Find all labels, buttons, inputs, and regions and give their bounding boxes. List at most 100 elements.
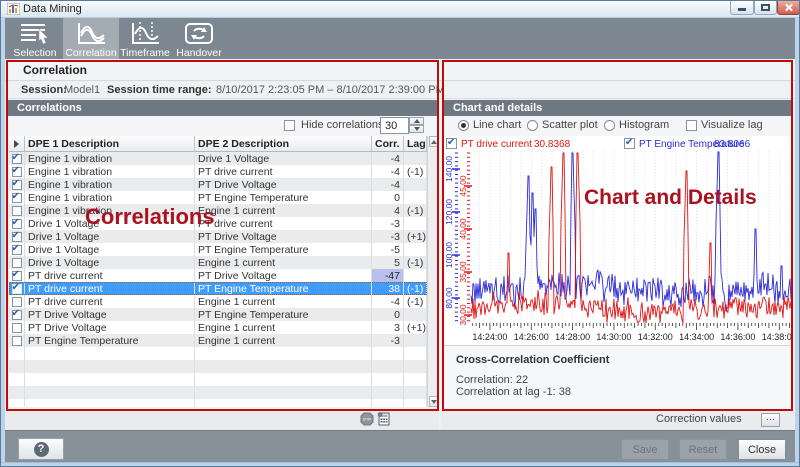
scroll-up-button[interactable] <box>429 136 438 147</box>
row-checkbox[interactable] <box>12 271 22 281</box>
row-marker-column-header[interactable] <box>9 136 25 152</box>
row-checkbox[interactable] <box>12 180 22 190</box>
table-row[interactable]: PT Drive VoltagePT Engine Temperature0 <box>9 308 427 321</box>
corr-cell[interactable]: 5 <box>372 256 404 269</box>
dpe2-column-header[interactable]: DPE 2 Description <box>195 136 372 152</box>
lag-cell[interactable]: (+1) <box>404 230 427 243</box>
help-button[interactable]: ? <box>18 438 64 460</box>
lag-cell[interactable] <box>404 243 427 256</box>
table-row[interactable]: Drive 1 VoltagePT Drive Voltage-3(+1) <box>9 230 427 243</box>
dpe2-cell[interactable]: PT Engine Temperature <box>195 282 372 295</box>
dpe2-cell[interactable]: PT Engine Temperature <box>195 191 372 204</box>
dpe2-cell[interactable]: PT Drive Voltage <box>195 178 372 191</box>
dpe2-cell[interactable]: PT Engine Temperature <box>195 308 372 321</box>
row-checkbox[interactable] <box>12 258 22 268</box>
dpe1-cell[interactable]: Engine 1 vibration <box>25 152 195 165</box>
lag-column-header[interactable]: Lag <box>404 136 427 152</box>
corr-cell[interactable]: -5 <box>372 243 404 256</box>
table-row[interactable]: PT drive currentPT Drive Voltage-47 <box>9 269 427 282</box>
stop-icon[interactable]: STOP <box>360 412 374 426</box>
close-window-button[interactable] <box>777 1 800 15</box>
hide-correlations-checkbox[interactable] <box>284 120 295 131</box>
table-row[interactable]: PT drive currentEngine 1 current-4(-1) <box>9 295 427 308</box>
dpe1-cell[interactable]: Drive 1 Voltage <box>25 230 195 243</box>
row-checkbox[interactable] <box>12 323 22 333</box>
dpe2-cell[interactable]: PT Engine Temperature <box>195 243 372 256</box>
row-checkbox[interactable] <box>12 336 22 346</box>
close-button[interactable]: Close <box>738 439 786 460</box>
corr-cell[interactable]: -4 <box>372 178 404 191</box>
spinner-down-button[interactable] <box>409 125 424 133</box>
lag-cell[interactable]: (-1) <box>404 282 427 295</box>
dpe1-cell[interactable]: Drive 1 Voltage <box>25 217 195 230</box>
dpe1-cell[interactable]: PT drive current <box>25 269 195 282</box>
save-button[interactable]: Save <box>621 439 669 460</box>
dpe1-cell[interactable]: PT drive current <box>25 282 195 295</box>
dpe2-cell[interactable]: PT drive current <box>195 217 372 230</box>
row-checkbox[interactable] <box>12 245 22 255</box>
lag-cell[interactable] <box>404 334 427 347</box>
hide-correlations-threshold-input[interactable]: 30 <box>380 117 409 134</box>
table-row[interactable]: Engine 1 vibrationPT drive current-4(-1) <box>9 165 427 178</box>
row-checkbox[interactable] <box>12 310 22 320</box>
row-checkbox[interactable] <box>12 206 22 216</box>
table-row[interactable]: PT drive currentPT Engine Temperature38(… <box>9 282 427 295</box>
table-row[interactable]: Engine 1 vibrationPT Engine Temperature0 <box>9 191 427 204</box>
table-row[interactable]: Engine 1 vibrationPT Drive Voltage-4 <box>9 178 427 191</box>
histogram-radio[interactable] <box>604 120 615 131</box>
table-row[interactable]: Engine 1 vibrationDrive 1 Voltage-4 <box>9 152 427 165</box>
corr-cell[interactable]: 38 <box>372 282 404 295</box>
scroll-down-button[interactable] <box>429 396 438 407</box>
dpe1-cell[interactable]: PT Drive Voltage <box>25 321 195 334</box>
reset-button[interactable]: Reset <box>679 439 727 460</box>
minimize-button[interactable] <box>730 1 754 15</box>
toolbar-correlation-button[interactable]: Correlation <box>63 18 119 59</box>
row-checkbox[interactable] <box>12 284 22 294</box>
legend-red-checkbox[interactable] <box>446 138 457 149</box>
dpe1-cell[interactable]: PT drive current <box>25 295 195 308</box>
table-row[interactable]: Drive 1 VoltagePT Engine Temperature-5 <box>9 243 427 256</box>
row-checkbox[interactable] <box>12 297 22 307</box>
row-checkbox[interactable] <box>12 193 22 203</box>
table-row[interactable]: Engine 1 vibrationEngine 1 current4(-1) <box>9 204 427 217</box>
line-chart-radio[interactable] <box>458 120 469 131</box>
dpe1-cell[interactable]: Engine 1 vibration <box>25 165 195 178</box>
dpe1-cell[interactable]: Drive 1 Voltage <box>25 243 195 256</box>
dpe2-cell[interactable]: Engine 1 current <box>195 204 372 217</box>
row-checkbox[interactable] <box>12 167 22 177</box>
corr-cell[interactable]: 3 <box>372 321 404 334</box>
corr-cell[interactable]: 0 <box>372 191 404 204</box>
dpe2-cell[interactable]: PT Drive Voltage <box>195 230 372 243</box>
toolbar-handover-button[interactable]: Handover <box>171 18 227 59</box>
lag-cell[interactable]: (-1) <box>404 295 427 308</box>
maximize-button[interactable] <box>754 1 777 15</box>
calculator-icon[interactable] <box>377 412 391 426</box>
corr-cell[interactable]: -3 <box>372 217 404 230</box>
table-scrollbar[interactable] <box>427 136 438 407</box>
dpe2-cell[interactable]: Drive 1 Voltage <box>195 152 372 165</box>
lag-cell[interactable] <box>404 269 427 282</box>
table-row[interactable]: PT Drive VoltageEngine 1 current3(+1) <box>9 321 427 334</box>
lag-cell[interactable] <box>404 308 427 321</box>
lag-cell[interactable]: (+1) <box>404 321 427 334</box>
lag-cell[interactable]: (-1) <box>404 256 427 269</box>
corr-cell[interactable]: -47 <box>372 269 404 282</box>
dpe1-cell[interactable]: Engine 1 vibration <box>25 178 195 191</box>
lag-cell[interactable]: (-1) <box>404 165 427 178</box>
corr-cell[interactable]: -4 <box>372 295 404 308</box>
dpe2-cell[interactable]: Engine 1 current <box>195 295 372 308</box>
table-row[interactable]: PT Engine TemperatureEngine 1 current-3 <box>9 334 427 347</box>
lag-cell[interactable] <box>404 217 427 230</box>
corr-cell[interactable]: -3 <box>372 230 404 243</box>
dpe2-cell[interactable]: PT drive current <box>195 165 372 178</box>
lag-cell[interactable] <box>404 178 427 191</box>
lag-cell[interactable] <box>404 191 427 204</box>
dpe2-cell[interactable]: Engine 1 current <box>195 321 372 334</box>
dpe1-cell[interactable]: Engine 1 vibration <box>25 191 195 204</box>
table-row[interactable]: Drive 1 VoltagePT drive current-3 <box>9 217 427 230</box>
correction-values-button[interactable] <box>761 413 780 427</box>
row-checkbox[interactable] <box>12 154 22 164</box>
row-checkbox[interactable] <box>12 219 22 229</box>
corr-cell[interactable]: 0 <box>372 308 404 321</box>
dpe2-cell[interactable]: PT Drive Voltage <box>195 269 372 282</box>
